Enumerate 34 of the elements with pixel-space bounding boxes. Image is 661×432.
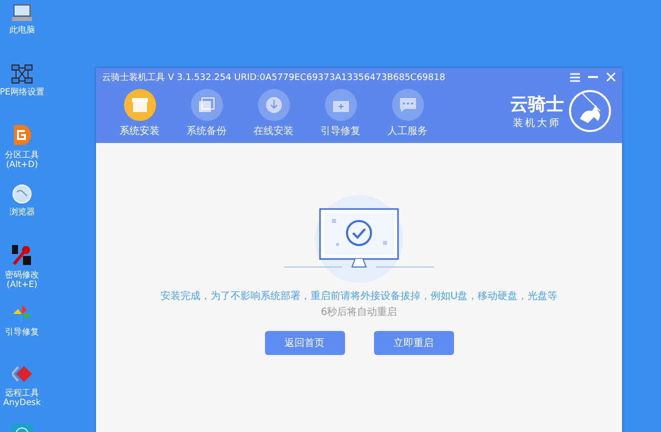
globe-icon[interactable] — [12, 184, 32, 204]
toolbar-tab[interactable]: 引导修复 — [307, 89, 374, 138]
pinwheel-icon[interactable] — [12, 304, 32, 324]
logo-subtitle: 装机大师 — [513, 116, 561, 130]
partition-tool-icon[interactable] — [12, 124, 32, 146]
chat-icon — [398, 97, 416, 113]
close-icon[interactable] — [606, 72, 616, 82]
diamond-icon[interactable] — [12, 364, 32, 384]
desktop-icon-label: 引导修复 — [5, 328, 39, 338]
completion-message: 安装完成，为了不影响系统部署，重启前请将外接设备拔掉，例如U盘，移动硬盘，光盘等 — [160, 290, 558, 303]
gauge-icon[interactable] — [11, 424, 33, 432]
copy-icon — [198, 97, 216, 113]
desktop-icon-label: 浏览器 — [9, 208, 35, 218]
toolbar-tab[interactable]: 人工服务 — [374, 89, 441, 138]
window-title: 云骑士装机工具 V 3.1.532.254 URID:0A5779EC69373A13356473B685C69818 — [102, 72, 446, 84]
desktop-icon-label: 此电脑 — [9, 26, 35, 36]
action-button[interactable]: 返回首页 — [264, 331, 344, 355]
box-icon — [130, 97, 148, 113]
desktop-icon-label: 密码修改 (Alt+E) — [5, 270, 39, 290]
download-icon — [264, 96, 282, 114]
toolbar-tab[interactable]: 系统安装 — [106, 89, 173, 138]
toolbar-tab[interactable]: 系统备份 — [173, 89, 240, 138]
desktop-icon-label: 分区工具 (Alt+D) — [5, 150, 39, 170]
action-button[interactable]: 立即重启 — [374, 331, 454, 355]
toolbar-tab[interactable]: 在线安装 — [240, 89, 307, 138]
menu-icon[interactable] — [570, 72, 580, 82]
key-icon[interactable] — [11, 244, 33, 266]
countdown-text: 6秒后将自动重启 — [320, 306, 398, 319]
desktop-icon-label: PE网络设置 — [0, 88, 44, 98]
computer-icon[interactable] — [11, 4, 33, 22]
knight-logo-icon — [568, 89, 612, 133]
logo-title: 云骑士 — [510, 93, 564, 116]
desktop-icon-label: 远程工具 AnyDesk — [3, 388, 41, 408]
network-icon[interactable] — [11, 64, 33, 84]
